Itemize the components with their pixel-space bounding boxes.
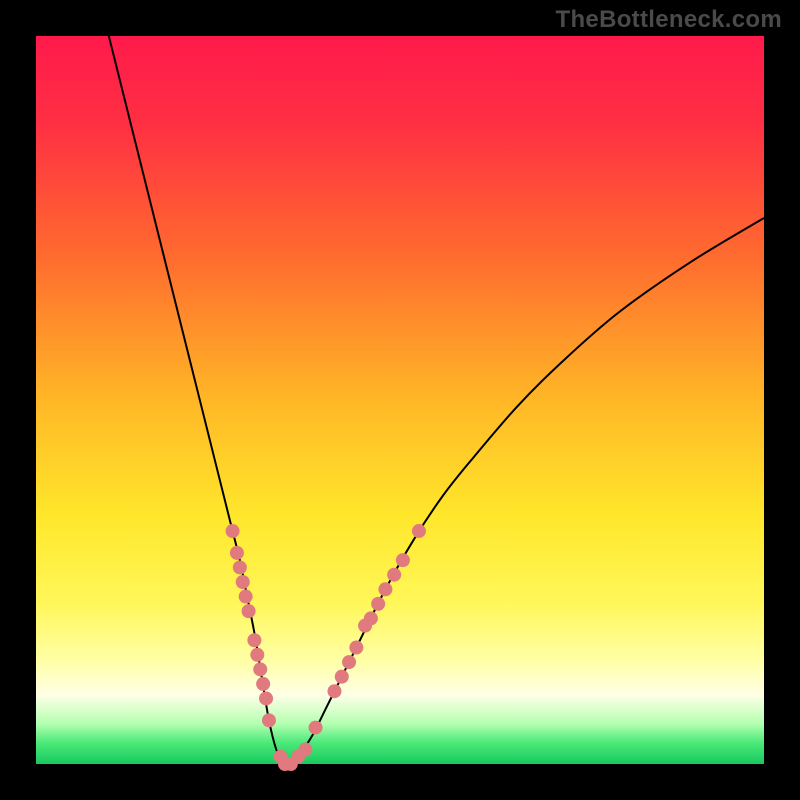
watermark-text: TheBottleneck.com [556,6,782,34]
dot [298,742,312,756]
dot [262,713,276,727]
dot [371,597,385,611]
dot [253,662,267,676]
dot [226,524,240,538]
dot [309,721,323,735]
chart-frame: TheBottleneck.com [0,0,800,800]
dot [259,691,273,705]
highlight-dots [226,524,426,771]
plot-area [36,36,764,764]
dot [412,524,426,538]
dot [250,648,264,662]
dot [364,611,378,625]
dot [247,633,261,647]
chart-overlay [36,36,764,764]
dot [230,546,244,560]
dot [239,590,253,604]
dot [236,575,250,589]
dot [256,677,270,691]
dot [335,670,349,684]
dot [233,560,247,574]
bottleneck-curve [109,36,764,765]
dot [349,641,363,655]
dot [342,655,356,669]
dot [327,684,341,698]
dot [378,582,392,596]
dot [242,604,256,618]
dot [396,553,410,567]
dot [387,568,401,582]
